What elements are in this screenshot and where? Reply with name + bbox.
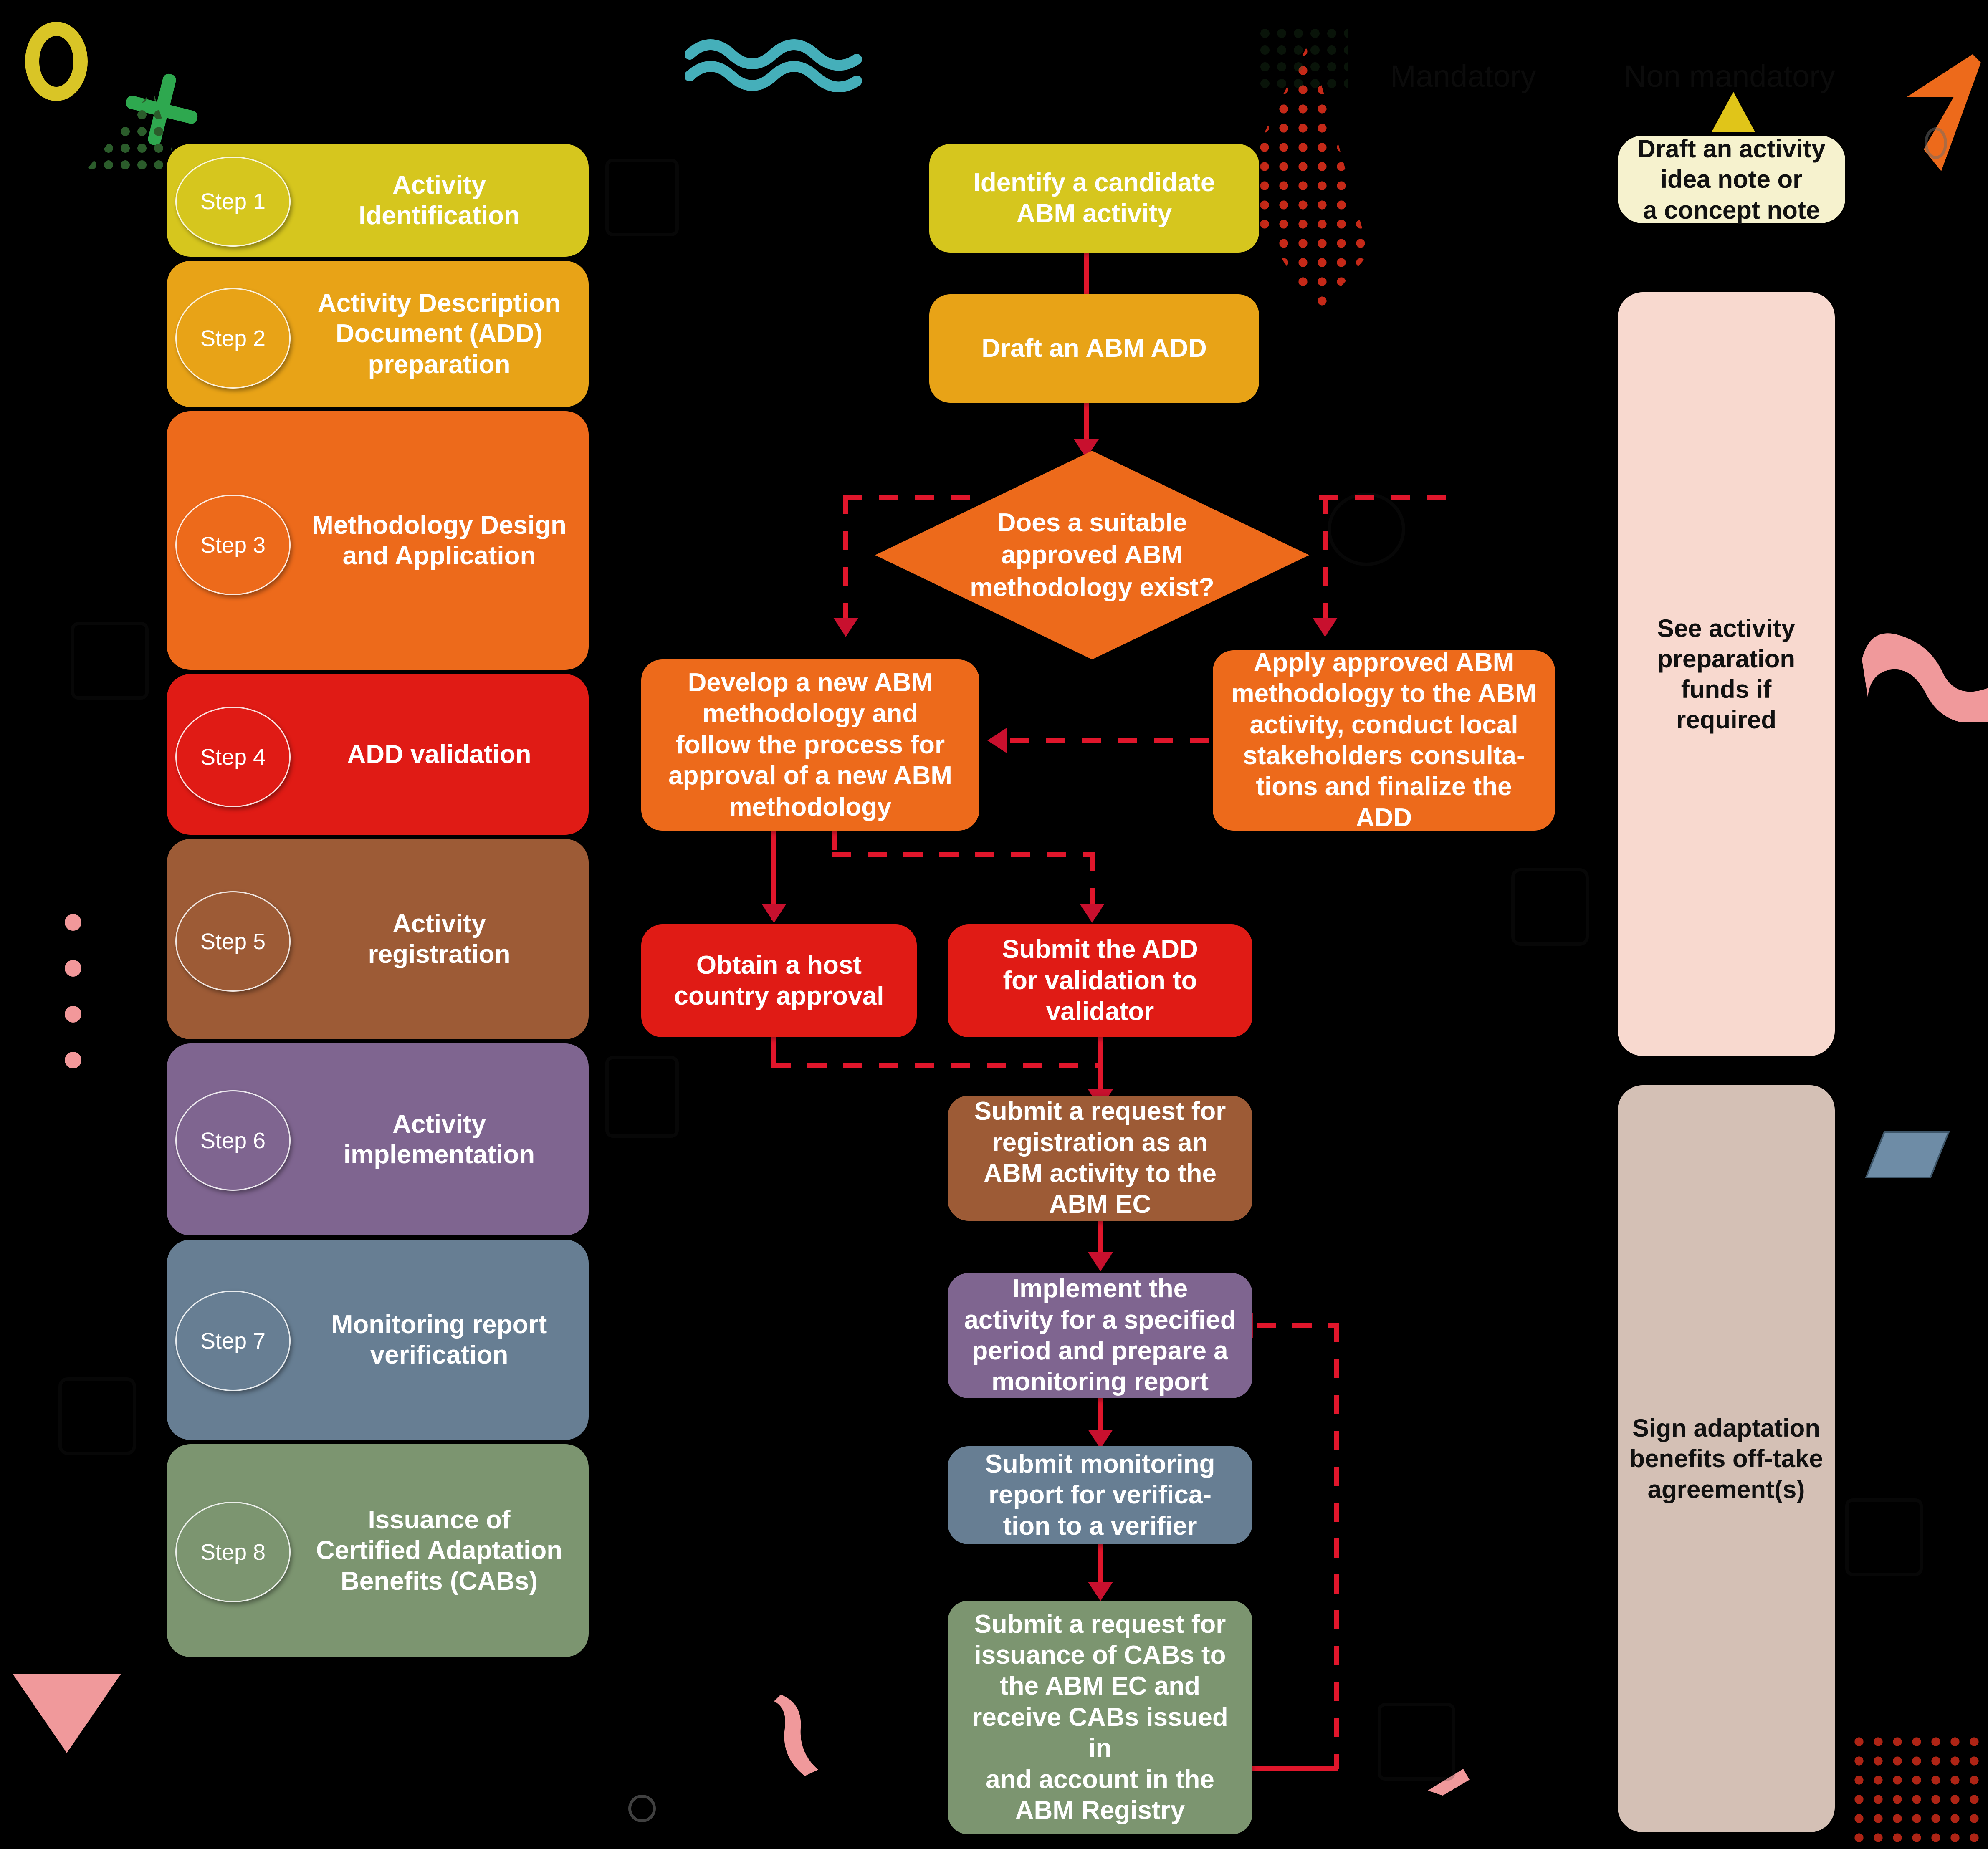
diagram-canvas: Mandatory Non mandatory Step 1 Activity … <box>0 0 1988 1849</box>
flow-node-develop-new-methodology[interactable]: Develop a new ABM methodology and follow… <box>641 659 979 831</box>
step-badge-3: Step 3 <box>175 495 291 595</box>
connector-feedback-up <box>1334 1323 1339 1769</box>
arrowhead-icon <box>833 618 858 637</box>
slate-parallelogram-icon <box>1865 1131 1950 1178</box>
flow-node-submit-add-validation[interactable]: Submit the ADD for validation to validat… <box>948 924 1252 1037</box>
faint-dot-grid-icon <box>1257 25 1348 88</box>
step-title-4: ADD validation <box>347 740 531 769</box>
connector-decision-left-down <box>843 495 848 633</box>
side-panel-offtake-agreement[interactable]: Sign adaptation benefits off-take agreem… <box>1618 1085 1835 1832</box>
watermark-icon <box>605 1056 679 1138</box>
arrowhead-icon <box>761 904 787 923</box>
pink-worm-small-icon <box>774 1695 818 1776</box>
step-card-4[interactable]: Step 4 ADD validation <box>167 674 589 835</box>
flow-node-host-country-approval[interactable]: Obtain a host country approval <box>641 924 917 1037</box>
watermark-icon <box>1328 493 1405 566</box>
step-title-6: Activity implementation <box>343 1109 535 1169</box>
connector-develop-elbow-right <box>832 852 1095 857</box>
pink-circle-icon <box>65 1006 81 1023</box>
pink-circle-icon <box>65 1052 81 1068</box>
arrowhead-icon <box>1088 1582 1113 1601</box>
decision-label: Does a suitable approved ABM methodology… <box>970 508 1214 602</box>
watermark-icon <box>71 622 149 700</box>
arrowhead-icon <box>1088 1252 1113 1271</box>
side-panel-preparation-funds[interactable]: See activity preparation funds if requir… <box>1618 292 1835 1056</box>
step-title-7: Monitoring report verification <box>331 1310 547 1369</box>
step-card-6[interactable]: Step 6 Activity implementation <box>167 1043 589 1235</box>
step-title-3: Methodology Design and Application <box>312 510 567 570</box>
watermark-icon <box>1845 1498 1923 1576</box>
step-card-5[interactable]: Step 5 Activity registration <box>167 839 589 1039</box>
connector-feedback-top <box>1257 1323 1338 1328</box>
step-badge-6: Step 6 <box>175 1090 291 1191</box>
flow-node-implement-activity[interactable]: Implement the activity for a specified p… <box>948 1273 1252 1398</box>
arrowhead-icon <box>1080 904 1105 923</box>
yellow-ring-icon <box>25 22 88 101</box>
pink-circle-icon <box>65 914 81 931</box>
connector-apply-to-develop <box>1010 738 1211 743</box>
connector-host-to-registration <box>771 1063 1101 1068</box>
flow-node-submit-monitoring-report[interactable]: Submit monitoring report for verifica- t… <box>948 1446 1252 1544</box>
red-speckle-bottom-icon <box>1849 1732 1987 1849</box>
connector-host-down <box>771 1037 776 1066</box>
flow-node-request-registration[interactable]: Submit a request for registration as an … <box>948 1096 1252 1221</box>
column-header-mandatory: Mandatory <box>1390 59 1536 93</box>
step-badge-1: Step 1 <box>175 157 291 247</box>
connector-decision-right-top <box>1319 495 1453 500</box>
connector-develop-elbow-down <box>832 831 837 854</box>
step-title-5: Activity registration <box>368 909 511 969</box>
step-badge-4: Step 4 <box>175 707 291 807</box>
flow-node-decision[interactable]: Does a suitable approved ABM methodology… <box>875 451 1309 659</box>
watermark-icon <box>58 1377 136 1455</box>
flow-node-apply-approved-methodology[interactable]: Apply approved ABM methodology to the AB… <box>1213 648 1555 832</box>
step-badge-7: Step 7 <box>175 1291 291 1391</box>
dark-ring-icon <box>1925 127 1947 159</box>
watermark-icon <box>1378 1703 1455 1781</box>
small-ring-icon <box>628 1795 656 1822</box>
step-card-7[interactable]: Step 7 Monitoring report verification <box>167 1240 589 1440</box>
flow-node-identify[interactable]: Identify a candidate ABM activity <box>929 144 1259 253</box>
step-badge-8: Step 8 <box>175 1502 291 1602</box>
pink-circle-icon <box>65 960 81 977</box>
teal-wave-icon <box>685 39 862 92</box>
step-title-2: Activity Description Document (ADD) prep… <box>317 289 561 379</box>
connector-decision-right-down <box>1323 495 1328 633</box>
yellow-triangle-icon <box>1712 92 1755 132</box>
arrowhead-icon <box>1313 618 1338 637</box>
flow-node-draft-add[interactable]: Draft an ABM ADD <box>929 294 1259 403</box>
arrowhead-icon <box>987 728 1007 753</box>
step-card-3[interactable]: Step 3 Methodology Design and Applicatio… <box>167 411 589 670</box>
step-card-2[interactable]: Step 2 Activity Description Document (AD… <box>167 261 589 407</box>
side-panel-idea-note[interactable]: Draft an activity idea note or a concept… <box>1618 135 1845 224</box>
step-title-8: Issuance of Certified Adaptation Benefit… <box>316 1505 563 1596</box>
column-header-non-mandatory: Non mandatory <box>1624 59 1835 93</box>
pink-worm-icon <box>1862 633 1988 722</box>
step-card-8[interactable]: Step 8 Issuance of Certified Adaptation … <box>167 1444 589 1657</box>
watermark-icon <box>605 159 679 236</box>
flow-node-issuance-cabs[interactable]: Submit a request for issuance of CABs to… <box>948 1601 1252 1834</box>
step-badge-2: Step 2 <box>175 288 291 389</box>
pink-triangle-icon <box>13 1674 121 1753</box>
connector-feedback-bottom <box>1246 1766 1338 1771</box>
orange-chevron-icon <box>1907 54 1981 171</box>
step-title-1: Activity Identification <box>359 170 520 230</box>
watermark-icon <box>1511 868 1589 946</box>
step-badge-5: Step 5 <box>175 891 291 992</box>
step-card-1[interactable]: Step 1 Activity Identification <box>167 144 589 257</box>
